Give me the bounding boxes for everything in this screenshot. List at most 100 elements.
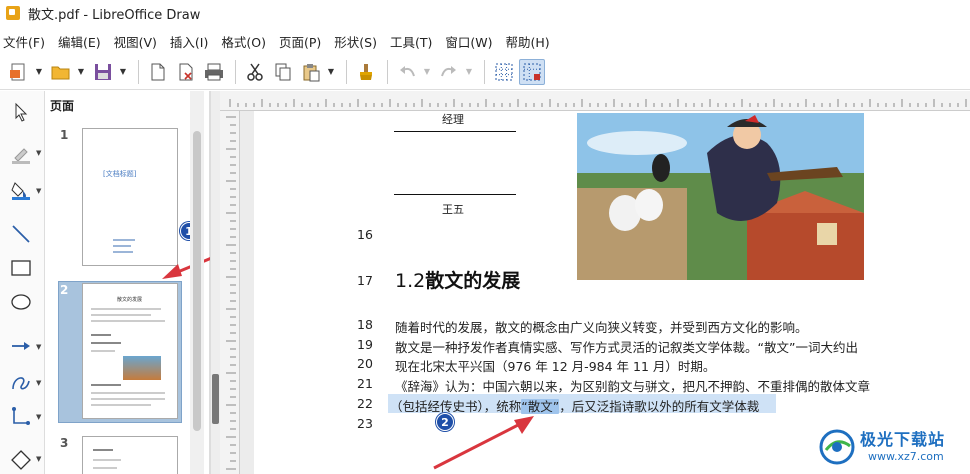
panel-splitter[interactable] <box>210 91 220 474</box>
line-number: 19 <box>357 337 373 352</box>
drawing-toolbar: ▼ ▼ ▼ ▼ ▼ ▼ <box>0 91 45 474</box>
open-folder-icon[interactable] <box>48 59 74 85</box>
fill-color-icon[interactable] <box>6 177 36 203</box>
paragraph-line: 现在北宋太平兴国（976 年 12 月-984 年 11 月）时期。 <box>395 359 716 374</box>
connector-icon[interactable] <box>6 403 36 429</box>
export-icon[interactable] <box>145 59 171 85</box>
diamond-shape-icon[interactable] <box>6 447 36 473</box>
line-color-icon[interactable] <box>6 141 36 167</box>
arrow-dropdown-chevron-icon[interactable]: ▼ <box>36 343 41 351</box>
connector-dropdown-chevron-icon[interactable]: ▼ <box>36 413 41 421</box>
inserted-image[interactable] <box>577 113 864 280</box>
curve-dropdown-chevron-icon[interactable]: ▼ <box>36 379 41 387</box>
menu-help[interactable]: 帮助(H) <box>505 32 549 51</box>
curve-icon[interactable] <box>6 369 36 395</box>
drawing-canvas[interactable]: 经理 王五 16 17 18 19 20 21 22 23 1.2散文的发展 随… <box>240 111 970 474</box>
toolbar-separator <box>235 59 236 84</box>
redo-dropdown-chevron-icon[interactable]: ▼ <box>464 67 474 76</box>
menu-bar: 文件(F) 编辑(E) 视图(V) 插入(I) 格式(O) 页面(P) 形状(S… <box>0 30 970 52</box>
page-thumbnail-title: 散文的发展 <box>117 297 143 303</box>
thumb-text-line <box>113 245 131 247</box>
thumb-text-line <box>91 404 151 406</box>
thumbnail-scrollbar[interactable] <box>190 91 204 474</box>
signature-line <box>394 194 516 195</box>
ruler-ticks <box>229 99 967 107</box>
line-color-dropdown-chevron-icon[interactable]: ▼ <box>36 149 41 157</box>
paragraph-line: 散文是一种抒发作者真情实感、写作方式灵活的记叙类文学体裁。“散文”一词大约出 <box>395 340 858 355</box>
redo-icon[interactable] <box>436 59 462 85</box>
page-thumbnail-3[interactable] <box>82 436 178 474</box>
save-icon[interactable] <box>90 59 116 85</box>
ellipse-icon[interactable] <box>6 289 36 315</box>
print-icon[interactable] <box>201 59 227 85</box>
undo-dropdown-chevron-icon[interactable]: ▼ <box>422 67 432 76</box>
horizontal-ruler[interactable] <box>220 91 970 111</box>
thumb-text-line <box>91 398 165 400</box>
snap-guides-icon[interactable] <box>519 58 545 85</box>
select-arrow-icon[interactable] <box>6 99 36 125</box>
vertical-ruler[interactable] <box>220 111 240 474</box>
paste-icon[interactable] <box>298 59 324 85</box>
title-bar: 散文.pdf - LibreOffice Draw <box>0 0 970 26</box>
thumb-text-line <box>93 449 113 451</box>
line-number: 20 <box>357 356 373 371</box>
signature-label-name: 王五 <box>442 203 464 216</box>
thumbnail-scrollbar-thumb[interactable] <box>193 131 201 431</box>
window-title: 散文.pdf - LibreOffice Draw <box>28 7 201 23</box>
toolbar-separator <box>346 59 347 84</box>
collapse-panel-handle[interactable] <box>212 374 219 424</box>
thumb-text-line <box>91 392 165 394</box>
save-dropdown-chevron-icon[interactable]: ▼ <box>118 67 128 76</box>
line-number: 22 <box>357 396 373 411</box>
paragraph-line: 随着时代的发展，散文的概念由广义向狭义转变，并受到西方文化的影响。 <box>395 320 808 335</box>
selected-line-text-after: ，后又泛指诗歌以外的所有文学体裁 <box>559 399 760 414</box>
toolbar-separator <box>484 59 485 84</box>
page-number-2: 2 <box>60 283 69 297</box>
line-number: 18 <box>357 317 373 332</box>
line-number: 17 <box>357 273 373 288</box>
menu-insert[interactable]: 插入(I) <box>170 32 208 51</box>
line-number: 16 <box>357 227 373 242</box>
paragraph-line: 《辞海》认为：中国六朝以来，为区别韵文与骈文，把凡不押韵、不重排偶的散体文章 <box>395 379 871 394</box>
menu-file[interactable]: 文件(F) <box>3 32 45 51</box>
diamond-dropdown-chevron-icon[interactable]: ▼ <box>36 455 41 463</box>
document-page[interactable]: 经理 王五 16 17 18 19 20 21 22 23 1.2散文的发展 随… <box>254 111 970 474</box>
open-dropdown-chevron-icon[interactable]: ▼ <box>76 67 86 76</box>
menu-tools[interactable]: 工具(T) <box>390 32 432 51</box>
arrow-line-icon[interactable] <box>6 333 36 359</box>
menu-view[interactable]: 视图(V) <box>114 32 157 51</box>
thumb-text-line <box>91 334 111 336</box>
menu-page[interactable]: 页面(P) <box>279 32 321 51</box>
menu-window[interactable]: 窗口(W) <box>445 32 492 51</box>
rectangle-icon[interactable] <box>6 255 36 281</box>
menu-edit[interactable]: 编辑(E) <box>58 32 101 51</box>
page-thumbnail-2[interactable]: 散文的发展 <box>82 283 178 419</box>
new-dropdown-chevron-icon[interactable]: ▼ <box>34 67 44 76</box>
thumb-text-line <box>91 342 121 344</box>
libreoffice-draw-icon <box>6 6 20 20</box>
thumb-text-line <box>93 459 121 461</box>
watermark-title: 极光下载站 <box>860 430 946 449</box>
menu-format[interactable]: 格式(O) <box>221 32 266 51</box>
page-number-1: 1 <box>60 128 69 142</box>
menu-shape[interactable]: 形状(S) <box>334 32 377 51</box>
line-number: 23 <box>357 416 373 431</box>
ruler-ticks <box>226 116 236 470</box>
toolbar-separator <box>387 59 388 84</box>
standard-toolbar: ▼ ▼ ▼ ▼ ▼ ▼ <box>0 54 970 90</box>
line-icon[interactable] <box>6 221 36 247</box>
watermark-logo-icon <box>819 429 855 465</box>
clone-formatting-icon[interactable] <box>353 59 379 85</box>
paste-dropdown-chevron-icon[interactable]: ▼ <box>326 67 336 76</box>
new-document-icon[interactable] <box>6 59 32 85</box>
export-pdf-icon[interactable] <box>173 59 199 85</box>
thumb-text-line <box>93 467 117 469</box>
thumb-text-line <box>91 320 165 322</box>
thumb-text-line <box>91 384 121 386</box>
grid-icon[interactable] <box>491 59 517 85</box>
undo-icon[interactable] <box>394 59 420 85</box>
fill-color-dropdown-chevron-icon[interactable]: ▼ <box>36 187 41 195</box>
site-watermark: 极光下载站 www.xz7.com <box>818 424 968 472</box>
cut-icon[interactable] <box>242 59 268 85</box>
copy-icon[interactable] <box>270 59 296 85</box>
